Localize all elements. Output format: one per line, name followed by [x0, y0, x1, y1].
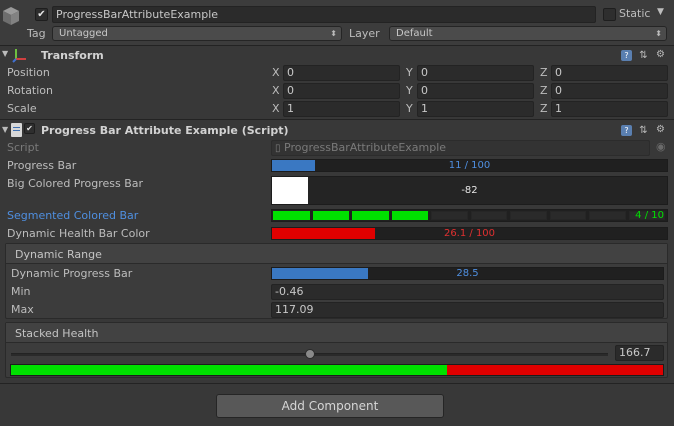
dynamic-range-panel: Dynamic Range Dynamic Progress Bar 28.5 …	[5, 243, 668, 319]
health-bar-text: 26.1 / 100	[443, 228, 496, 239]
segment	[431, 211, 468, 220]
component-enabled-checkbox[interactable]: ✔	[24, 123, 35, 134]
script-object-field: ▯ ProgressBarAttributeExample	[271, 140, 650, 156]
axis-z-label: Z	[540, 66, 548, 79]
rotation-label: Rotation	[7, 84, 54, 97]
dynamic-range-header[interactable]: Dynamic Range	[6, 244, 667, 264]
health-slider-value-field[interactable]: 166.7	[615, 345, 664, 361]
separator	[0, 383, 674, 384]
transform-header[interactable]: ▼ Transform ? ⇅ ⚙	[0, 46, 674, 64]
scale-y-field[interactable]: 1	[417, 101, 534, 117]
rotation-x-field[interactable]: 0	[283, 83, 400, 99]
gameobject-header: ✔ ProgressBarAttributeExample Static ▼ T…	[0, 0, 674, 45]
rotation-y-field[interactable]: 0	[417, 83, 534, 99]
gameobject-name-input[interactable]: ProgressBarAttributeExample	[52, 6, 596, 23]
tag-dropdown-value: Untagged	[59, 28, 108, 39]
segment	[589, 211, 626, 220]
segmented-bar[interactable]: 4 / 10	[271, 209, 668, 222]
segment	[510, 211, 547, 220]
rotation-z-field[interactable]: 0	[551, 83, 668, 99]
preset-icon[interactable]: ⇅	[638, 125, 649, 136]
position-z-field[interactable]: 0	[551, 65, 668, 81]
max-label: Max	[11, 303, 34, 316]
axis-z-label: Z	[540, 84, 548, 97]
layer-label: Layer	[349, 27, 380, 40]
static-dropdown-icon[interactable]: ▼	[657, 7, 664, 17]
script-component-title: Progress Bar Attribute Example (Script)	[41, 124, 289, 137]
dropdown-arrows-icon: ⬍	[330, 29, 337, 38]
big-progress-bar-label: Big Colored Progress Bar	[7, 177, 144, 190]
foldout-arrow-icon[interactable]: ▼	[2, 49, 8, 58]
position-y-field[interactable]: 0	[417, 65, 534, 81]
static-checkbox[interactable]	[603, 8, 616, 21]
scale-z-field[interactable]: 1	[551, 101, 668, 117]
stacked-health-green	[11, 365, 448, 375]
tag-label: Tag	[27, 27, 46, 40]
axis-x-label: X	[272, 84, 280, 97]
max-field[interactable]: 117.09	[271, 302, 664, 318]
segment	[549, 211, 586, 220]
axis-y-label: Y	[406, 102, 413, 115]
active-checkbox[interactable]: ✔	[35, 8, 48, 21]
dynamic-progress-bar-label: Dynamic Progress Bar	[11, 267, 133, 280]
axis-y-label: Y	[406, 84, 413, 97]
segmented-bar-text: 4 / 10	[635, 210, 664, 221]
min-label: Min	[11, 285, 31, 298]
segment	[273, 211, 310, 220]
dynamic-progress-bar[interactable]: 28.5	[271, 267, 664, 280]
gear-icon[interactable]: ⚙	[655, 124, 666, 135]
preset-icon[interactable]: ⇅	[638, 50, 649, 61]
scale-x-field[interactable]: 1	[283, 101, 400, 117]
help-book-icon[interactable]: ?	[621, 125, 632, 136]
segment	[352, 211, 389, 220]
axis-x-label: X	[272, 66, 280, 79]
min-field[interactable]: -0.46	[271, 284, 664, 300]
big-progress-bar-text: -82	[461, 185, 478, 196]
dropdown-arrows-icon: ⬍	[655, 29, 662, 38]
help-book-icon[interactable]: ?	[621, 50, 632, 61]
gear-icon[interactable]: ⚙	[655, 49, 666, 60]
health-bar-label: Dynamic Health Bar Color	[7, 227, 150, 240]
segment	[312, 211, 349, 220]
segmented-bar-label: Segmented Colored Bar	[7, 209, 139, 222]
foldout-arrow-icon[interactable]: ▼	[2, 125, 8, 134]
object-picker-icon: ◉	[656, 140, 666, 153]
stacked-health-panel: Stacked Health 166.7	[5, 322, 668, 378]
segment	[391, 211, 428, 220]
axis-y-label: Y	[406, 66, 413, 79]
add-component-button[interactable]: Add Component	[216, 394, 444, 418]
script-asset-name: ProgressBarAttributeExample	[284, 141, 447, 154]
axis-x-label: X	[272, 102, 280, 115]
transform-axes-icon	[12, 47, 28, 63]
layer-dropdown-value: Default	[396, 28, 433, 39]
layer-dropdown[interactable]: Default ⬍	[389, 26, 667, 41]
progress-bar[interactable]: 11 / 100	[271, 159, 668, 172]
transform-title: Transform	[41, 49, 104, 62]
axis-z-label: Z	[540, 102, 548, 115]
scale-label: Scale	[7, 102, 37, 115]
position-label: Position	[7, 66, 50, 79]
health-bar[interactable]: 26.1 / 100	[271, 227, 668, 240]
script-label: Script	[7, 141, 39, 154]
segment	[470, 211, 507, 220]
big-progress-bar[interactable]: -82	[271, 176, 668, 205]
progress-bar-label: Progress Bar	[7, 159, 77, 172]
position-x-field[interactable]: 0	[283, 65, 400, 81]
stacked-health-header[interactable]: Stacked Health	[6, 323, 667, 343]
dynamic-range-title: Dynamic Range	[15, 248, 102, 261]
tag-dropdown[interactable]: Untagged ⬍	[52, 26, 342, 41]
health-slider-track[interactable]	[11, 349, 608, 359]
script-file-icon	[11, 123, 22, 137]
static-label: Static	[619, 7, 651, 20]
stacked-health-bar	[10, 364, 664, 376]
gameobject-cube-icon	[2, 6, 20, 26]
stacked-health-red	[447, 365, 663, 375]
script-asset-icon: ▯	[275, 143, 281, 154]
script-component-header[interactable]: ▼ ✔ Progress Bar Attribute Example (Scri…	[0, 120, 674, 140]
progress-bar-text: 11 / 100	[448, 160, 491, 171]
stacked-health-title: Stacked Health	[15, 327, 99, 340]
dynamic-progress-bar-text: 28.5	[456, 268, 479, 279]
health-slider-thumb[interactable]	[304, 349, 315, 359]
